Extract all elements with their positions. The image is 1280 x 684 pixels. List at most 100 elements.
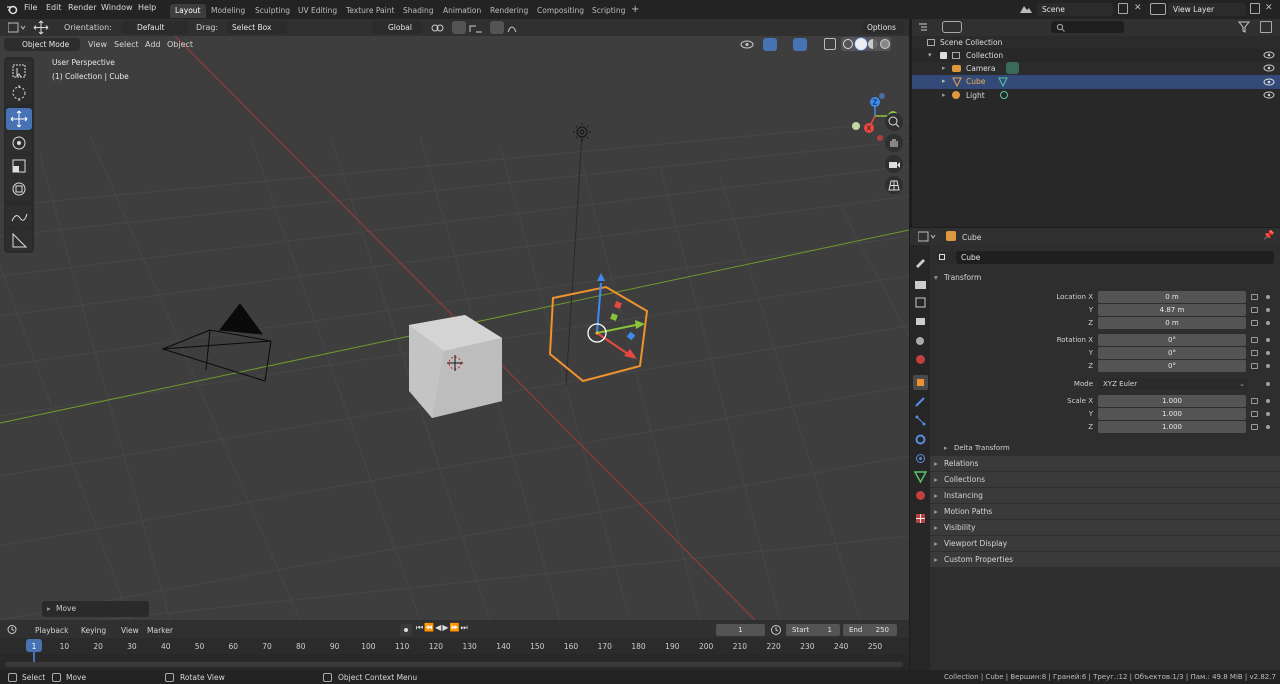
keyframe-dot-icon[interactable] [1266,338,1270,342]
wireframe-shading-icon[interactable] [843,39,853,49]
particles-tab-icon[interactable] [913,413,928,428]
lock-icon[interactable] [1251,398,1258,404]
tab-layout[interactable]: Layout [170,4,206,18]
world-tab-icon[interactable] [913,352,928,367]
constraints-tab-icon[interactable] [913,451,928,466]
menu-render[interactable]: Render [68,3,96,12]
overlay-toggle-icon[interactable] [793,38,807,51]
move-tool-icon[interactable] [33,20,49,35]
jump-end-icon[interactable]: ⏭ [460,623,468,632]
new-collection-icon[interactable] [1260,21,1272,33]
rendered-shading-icon[interactable] [880,39,890,49]
record-button[interactable] [400,624,412,636]
snap-toggle-icon[interactable] [452,21,466,34]
menu-select[interactable]: Select [114,40,139,49]
keyframe-dot-icon[interactable] [1266,364,1270,368]
add-workspace-icon[interactable]: + [626,2,644,16]
keying-menu[interactable]: Keying [81,626,106,635]
delete-scene-icon[interactable]: ✕ [1134,3,1144,14]
annotate-tool[interactable] [6,206,32,228]
menu-object[interactable]: Object [167,40,193,49]
scene-icon[interactable] [1018,3,1034,15]
scale-y-field[interactable]: 1.000 [1098,408,1246,420]
transform-panel-header[interactable]: ▾ Transform [930,271,1280,285]
pan-hand-icon[interactable] [885,134,903,152]
delete-view-layer-icon[interactable]: ✕ [1265,3,1275,14]
view-layer-field[interactable]: View Layer [1168,3,1246,16]
physics-tab-icon[interactable] [913,432,928,447]
new-scene-icon[interactable] [1118,3,1128,14]
tab-animation[interactable]: Animation [438,4,486,18]
keyframe-dot-icon[interactable] [1266,382,1270,386]
outliner-editor-type-icon[interactable] [918,22,936,33]
rotation-x-field[interactable]: 0° [1098,334,1246,346]
location-z-field[interactable]: 0 m [1098,317,1246,329]
properties-editor-type-icon[interactable] [917,231,936,242]
menu-add[interactable]: Add [145,40,161,49]
transform-tool[interactable] [6,178,32,200]
light-data-icon[interactable] [1000,91,1008,99]
rotation-mode-select[interactable]: XYZ Euler ⌄ [1098,378,1248,390]
visibility-eye-icon[interactable] [740,38,760,51]
keyframe-dot-icon[interactable] [1266,351,1270,355]
object-type-select[interactable] [936,251,956,264]
collection-eye-icon[interactable] [1263,50,1275,62]
lock-icon[interactable] [1251,320,1258,326]
lock-icon[interactable] [1251,424,1258,430]
outliner-row-cube[interactable]: ▸ Cube [912,75,1280,89]
falloff-icon[interactable] [506,22,524,34]
camera-eye-icon[interactable] [1263,63,1275,75]
tab-shading[interactable]: Shading [398,4,438,18]
current-frame-field[interactable]: 1 [716,624,765,636]
light-eye-icon[interactable] [1263,90,1275,102]
end-frame-field[interactable]: End 250 [843,624,897,636]
rotation-z-field[interactable]: 0° [1098,360,1246,372]
marker-menu[interactable]: Marker [147,626,173,635]
keyframe-dot-icon[interactable] [1266,412,1270,416]
outliner-row-light[interactable]: ▸ Light [912,89,1280,102]
rotation-y-field[interactable]: 0° [1098,347,1246,359]
collection-checkbox[interactable] [940,52,947,59]
mode-select[interactable]: Object Mode [4,38,80,51]
menu-help[interactable]: Help [138,3,156,12]
tool-tab-icon[interactable] [913,254,928,269]
timeline-editor-type-icon[interactable] [7,624,25,635]
keyframe-dot-icon[interactable] [1266,399,1270,403]
editor-type-icon[interactable] [7,22,26,33]
jump-keyframe-back-icon[interactable]: ⏪ [424,623,435,632]
view-layer-tab-icon[interactable] [913,314,928,329]
lock-icon[interactable] [1251,307,1258,313]
mesh-data-icon[interactable] [998,77,1008,89]
display-mode-icon[interactable] [942,21,962,33]
tab-uv-editing[interactable]: UV Editing [293,4,342,18]
playback-menu[interactable]: Playback [35,626,68,635]
material-shading-icon[interactable] [868,39,878,49]
orientation-select[interactable]: Default [122,21,188,34]
solid-shading-icon[interactable] [855,38,867,50]
pin-icon[interactable]: 📌 [1263,231,1274,241]
drag-select[interactable]: Select Box [227,21,287,34]
3d-viewport[interactable]: Z Y X User Perspective (1) Collection | … [0,36,909,620]
select-box-tool[interactable] [6,60,32,82]
menu-edit[interactable]: Edit [46,3,62,12]
start-frame-field[interactable]: Start 1 [786,624,840,636]
xray-toggle-icon[interactable] [824,38,836,50]
collections-panel[interactable]: Collections [930,472,1280,487]
motion-paths-panel[interactable]: Motion Paths [930,504,1280,519]
jump-start-icon[interactable]: ⏮ [416,623,424,632]
gizmo-toggle-icon[interactable] [763,38,777,51]
expand-collection-icon[interactable]: ▾ [928,51,932,59]
lock-icon[interactable] [1251,294,1258,300]
tab-compositing[interactable]: Compositing [532,4,589,18]
cursor-tool[interactable] [6,82,32,104]
perspective-grid-icon[interactable] [885,176,903,194]
menu-file[interactable]: File [24,3,37,12]
last-operator-panel[interactable]: ▸ Move [42,601,149,617]
tab-modeling[interactable]: Modeling [206,4,250,18]
modifier-tab-icon[interactable] [913,394,928,409]
options-menu[interactable]: Options [862,21,904,34]
render-tab-icon[interactable] [913,277,928,292]
viewport-display-panel[interactable]: Viewport Display [930,536,1280,551]
instancing-panel[interactable]: Instancing [930,488,1280,503]
new-view-layer-icon[interactable] [1250,3,1260,14]
